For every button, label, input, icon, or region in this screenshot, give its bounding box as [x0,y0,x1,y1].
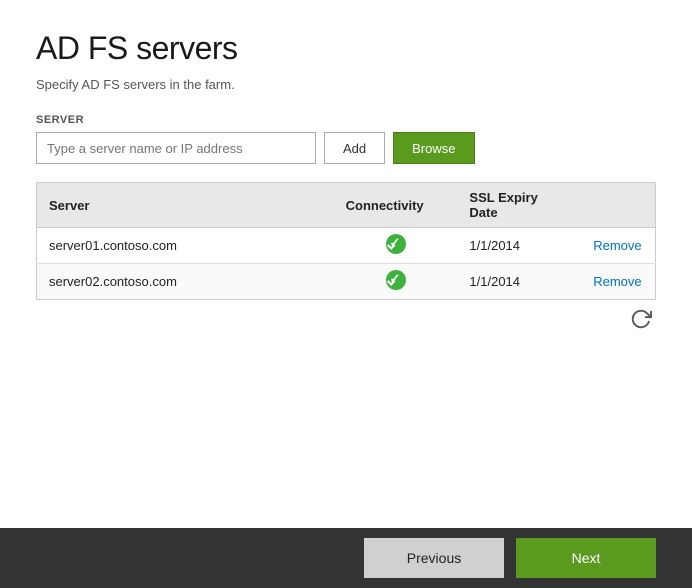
add-button[interactable]: Add [324,132,385,164]
table-row: server01.contoso.com 1/1/2014 Remove [37,228,656,264]
subtitle: Specify AD FS servers in the farm. [36,77,656,92]
main-content: AD FS servers Specify AD FS servers in t… [0,0,692,528]
page-title: AD FS servers [36,30,656,67]
table-body: server01.contoso.com1/1/2014Removeserver… [37,228,656,300]
server-input-row: Add Browse [36,132,656,164]
ssl-expiry-cell: 1/1/2014 [457,264,581,300]
footer-bar: Previous Next [0,528,692,588]
server-table: Server Connectivity SSL Expiry Date serv… [36,182,656,300]
col-header-server: Server [37,183,334,228]
connectivity-ok-icon [386,234,406,254]
col-header-action [581,183,655,228]
server-input[interactable] [36,132,316,164]
action-cell: Remove [581,228,655,264]
table-header: Server Connectivity SSL Expiry Date [37,183,656,228]
previous-button[interactable]: Previous [364,538,504,578]
remove-link[interactable]: Remove [593,274,641,289]
refresh-area [36,308,656,330]
connectivity-cell [334,228,458,264]
server-field-label: SERVER [36,114,656,126]
col-header-ssl: SSL Expiry Date [457,183,581,228]
refresh-icon[interactable] [630,308,652,330]
action-cell: Remove [581,264,655,300]
connectivity-ok-icon [386,270,406,290]
remove-link[interactable]: Remove [593,238,641,253]
col-header-connectivity: Connectivity [334,183,458,228]
table-row: server02.contoso.com 1/1/2014 Remove [37,264,656,300]
connectivity-cell [334,264,458,300]
next-button[interactable]: Next [516,538,656,578]
browse-button[interactable]: Browse [393,132,474,164]
server-cell: server02.contoso.com [37,264,334,300]
ssl-expiry-cell: 1/1/2014 [457,228,581,264]
server-cell: server01.contoso.com [37,228,334,264]
